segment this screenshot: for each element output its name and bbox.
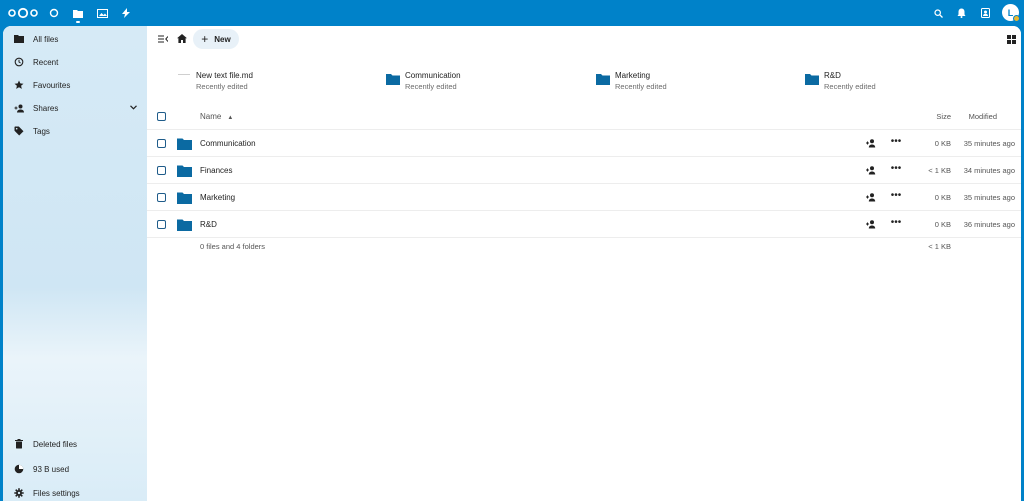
row-checkbox[interactable] bbox=[157, 193, 166, 202]
modified-column-header[interactable]: Modified bbox=[969, 112, 997, 121]
sidebar-item-label: All files bbox=[33, 34, 59, 44]
row-size: 0 KB bbox=[934, 220, 951, 229]
sidebar-item-label: Deleted files bbox=[33, 439, 78, 449]
sidebar-item-label: Files settings bbox=[33, 488, 80, 498]
search-icon[interactable] bbox=[930, 5, 946, 21]
sidebar-item-label: Recent bbox=[33, 57, 59, 67]
sidebar-item-recent[interactable]: Recent bbox=[9, 52, 141, 72]
folder-icon bbox=[177, 219, 192, 231]
chevron-down-icon[interactable] bbox=[130, 103, 137, 112]
more-actions-icon[interactable]: ••• bbox=[890, 164, 902, 175]
share-icon[interactable] bbox=[866, 139, 876, 148]
more-actions-icon[interactable]: ••• bbox=[890, 218, 902, 229]
sidebar: All files Recent Favourites Shares Tags … bbox=[3, 26, 147, 501]
sidebar-item-deleted-files[interactable]: Deleted files bbox=[9, 434, 141, 454]
table-row[interactable]: Finances ••• < 1 KB 34 minutes ago bbox=[147, 157, 1021, 184]
account-plus-icon bbox=[13, 102, 25, 114]
row-checkbox[interactable] bbox=[157, 166, 166, 175]
row-size: 0 KB bbox=[934, 139, 951, 148]
row-modified: 35 minutes ago bbox=[963, 139, 1015, 148]
files-content: + New New text file.md Recently edited C… bbox=[147, 26, 1021, 501]
gear-icon bbox=[13, 487, 25, 499]
select-all-checkbox[interactable] bbox=[157, 112, 166, 121]
folder-icon bbox=[596, 74, 610, 85]
table-row[interactable]: Communication ••• 0 KB 35 minutes ago bbox=[147, 130, 1021, 157]
folder-icon bbox=[13, 33, 25, 45]
folder-icon bbox=[805, 74, 819, 85]
sidebar-item-label: Favourites bbox=[33, 80, 71, 90]
user-status-badge bbox=[1013, 15, 1020, 22]
sidebar-item-tags[interactable]: Tags bbox=[9, 121, 141, 141]
recent-card[interactable]: Marketing Recently edited bbox=[596, 68, 776, 94]
sidebar-item-all-files[interactable]: All files bbox=[9, 29, 141, 49]
share-icon[interactable] bbox=[866, 193, 876, 202]
sidebar-item-label: Tags bbox=[33, 126, 50, 136]
dashboard-icon[interactable] bbox=[47, 6, 61, 20]
grid-view-icon[interactable] bbox=[1006, 34, 1016, 44]
folder-icon bbox=[177, 138, 192, 150]
recent-card[interactable]: R&D Recently edited bbox=[805, 68, 985, 94]
files-app-icon[interactable] bbox=[71, 6, 85, 23]
nextcloud-logo-icon[interactable] bbox=[8, 7, 38, 19]
app-frame: All files Recent Favourites Shares Tags … bbox=[3, 26, 1021, 501]
history-icon bbox=[13, 56, 25, 68]
tag-icon bbox=[13, 125, 25, 137]
plus-icon: + bbox=[201, 32, 209, 46]
share-icon[interactable] bbox=[866, 166, 876, 175]
row-name[interactable]: Communication bbox=[200, 139, 256, 148]
size-column-header[interactable]: Size bbox=[936, 112, 951, 121]
row-checkbox[interactable] bbox=[157, 220, 166, 229]
table-row[interactable]: Marketing ••• 0 KB 35 minutes ago bbox=[147, 184, 1021, 211]
sidebar-item-favourites[interactable]: Favourites bbox=[9, 75, 141, 95]
home-icon[interactable] bbox=[176, 33, 188, 44]
sidebar-item-shares[interactable]: Shares bbox=[9, 98, 141, 118]
pie-chart-icon bbox=[13, 463, 25, 475]
star-icon bbox=[13, 79, 25, 91]
folder-icon bbox=[177, 165, 192, 177]
more-actions-icon[interactable]: ••• bbox=[890, 191, 902, 202]
sidebar-item-quota: 93 B used bbox=[9, 459, 141, 479]
row-name[interactable]: R&D bbox=[200, 220, 217, 229]
recent-card[interactable]: Communication Recently edited bbox=[386, 68, 566, 94]
row-size: 0 KB bbox=[934, 193, 951, 202]
folder-icon bbox=[177, 192, 192, 204]
quota-text: 93 B used bbox=[33, 464, 70, 474]
photos-app-icon[interactable] bbox=[95, 6, 109, 20]
row-name[interactable]: Finances bbox=[200, 166, 232, 175]
more-actions-icon[interactable]: ••• bbox=[890, 137, 902, 148]
top-header: L bbox=[0, 0, 1024, 26]
row-checkbox[interactable] bbox=[157, 139, 166, 148]
toggle-sidebar-icon[interactable] bbox=[157, 34, 169, 44]
sidebar-item-files-settings[interactable]: Files settings bbox=[9, 483, 141, 501]
name-column-header[interactable]: Name ▲ bbox=[200, 112, 233, 121]
table-summary: 0 files and 4 folders bbox=[200, 242, 266, 251]
row-size: < 1 KB bbox=[928, 166, 951, 175]
row-modified: 36 minutes ago bbox=[963, 220, 1015, 229]
table-header: Name ▲ Size Modified bbox=[147, 103, 1021, 130]
contacts-icon[interactable] bbox=[977, 5, 993, 21]
activity-app-icon[interactable] bbox=[119, 6, 133, 20]
row-name[interactable]: Marketing bbox=[200, 193, 235, 202]
new-button[interactable]: + New bbox=[193, 29, 239, 49]
share-icon[interactable] bbox=[866, 220, 876, 229]
notifications-icon[interactable] bbox=[953, 5, 969, 21]
row-modified: 34 minutes ago bbox=[963, 166, 1015, 175]
folder-icon bbox=[386, 74, 400, 85]
table-summary-size: < 1 KB bbox=[928, 242, 951, 251]
row-modified: 35 minutes ago bbox=[963, 193, 1015, 202]
table-row[interactable]: R&D ••• 0 KB 36 minutes ago bbox=[147, 211, 1021, 238]
sidebar-item-label: Shares bbox=[33, 103, 59, 113]
file-icon bbox=[178, 74, 190, 75]
sort-ascending-icon: ▲ bbox=[227, 115, 234, 121]
trash-icon bbox=[13, 438, 25, 450]
recent-card[interactable]: New text file.md Recently edited bbox=[177, 68, 357, 94]
